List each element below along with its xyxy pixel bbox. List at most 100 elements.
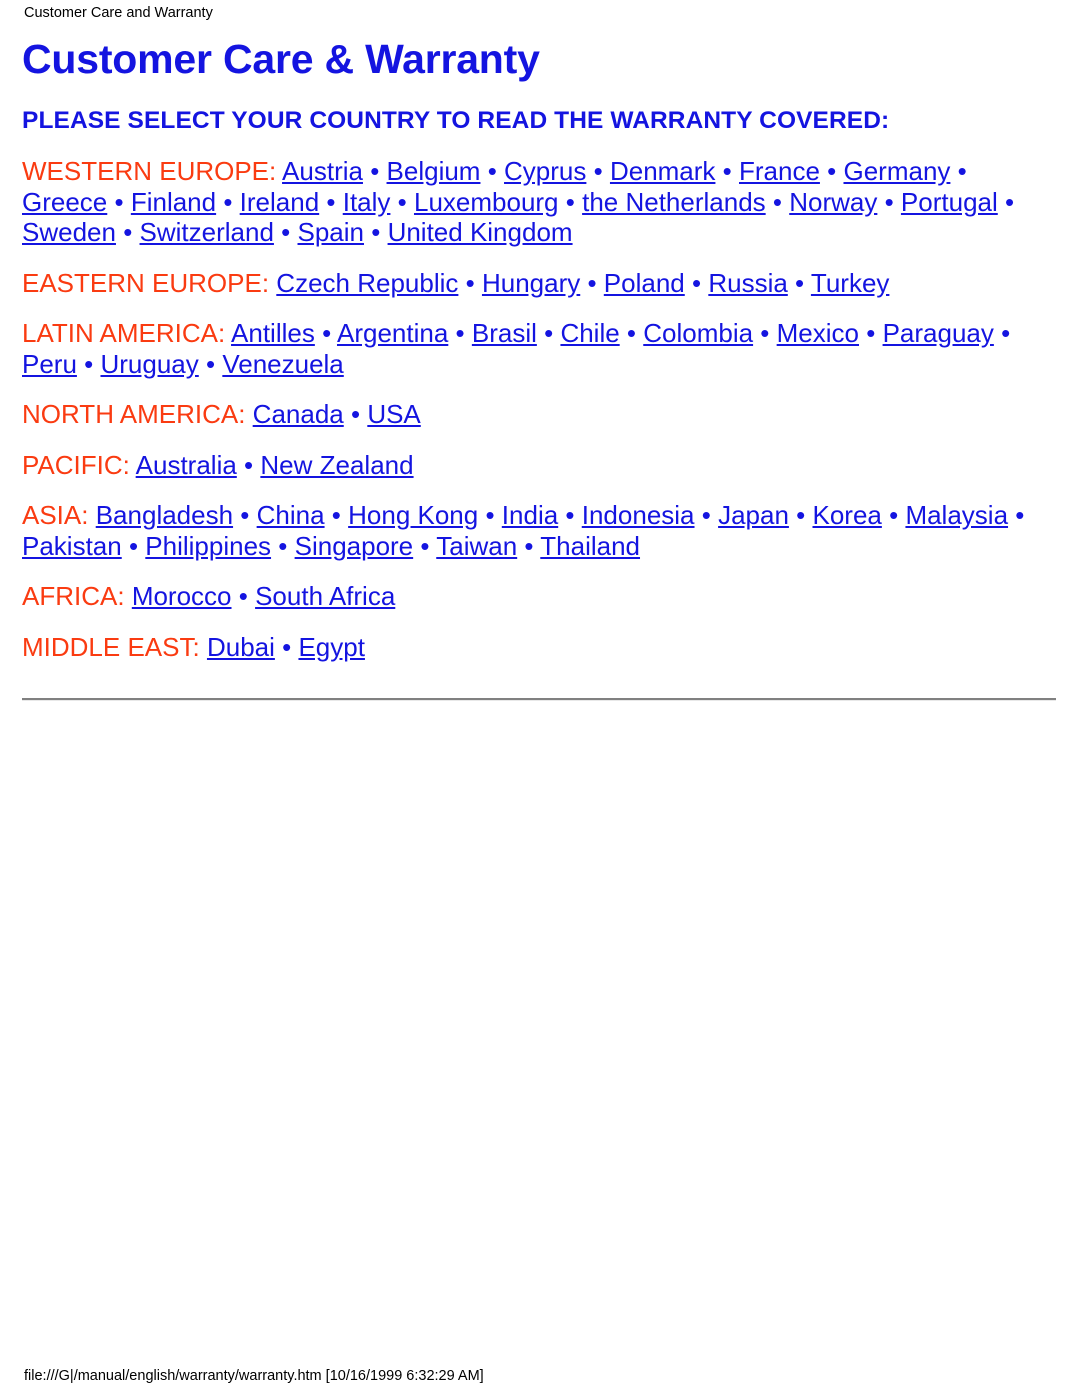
country-separator: • (458, 267, 482, 298)
country-separator: • (558, 186, 583, 217)
country-link[interactable]: Ireland (240, 187, 320, 217)
country-link[interactable]: Mexico (777, 318, 859, 348)
country-link[interactable]: Denmark (610, 156, 715, 186)
country-link[interactable]: Italy (343, 187, 391, 217)
country-link[interactable]: Taiwan (436, 531, 517, 561)
country-separator: • (997, 186, 1015, 217)
country-link[interactable]: Japan (718, 500, 789, 530)
country-link[interactable]: Bangladesh (96, 500, 233, 530)
country-link[interactable]: Australia (136, 450, 237, 480)
country-separator: • (877, 186, 901, 217)
country-link[interactable]: Korea (812, 500, 881, 530)
region-label: MIDDLE EAST: (22, 631, 200, 662)
country-separator: • (586, 156, 610, 186)
region-label: PACIFIC: (22, 449, 130, 480)
country-link[interactable]: Philippines (145, 531, 271, 561)
region-paragraph: AFRICA: Morocco • South Africa (22, 581, 1056, 612)
country-link[interactable]: Sweden (22, 217, 116, 247)
region-paragraph: MIDDLE EAST: Dubai • Egypt (22, 632, 1056, 663)
country-link[interactable]: United Kingdom (388, 217, 573, 247)
country-link[interactable]: Antilles (231, 318, 315, 348)
country-separator: • (390, 186, 414, 217)
country-link[interactable]: Luxembourg (414, 187, 559, 217)
country-separator: • (753, 318, 777, 348)
country-link[interactable]: Norway (789, 187, 877, 217)
country-separator: • (859, 318, 883, 348)
horizontal-divider (22, 698, 1056, 701)
country-link[interactable]: Cyprus (504, 156, 586, 186)
country-link[interactable]: Thailand (540, 531, 640, 561)
country-link[interactable]: Malaysia (905, 500, 1008, 530)
country-link[interactable]: the Netherlands (582, 187, 766, 217)
country-link[interactable]: Czech Republic (276, 268, 458, 298)
country-separator: • (231, 581, 256, 611)
region-paragraph: WESTERN EUROPE: Austria • Belgium • Cypr… (22, 156, 1056, 248)
country-separator: • (478, 500, 502, 530)
region-label: LATIN AMERICA: (22, 318, 226, 348)
country-separator: • (324, 500, 349, 530)
country-link[interactable]: Poland (604, 268, 685, 298)
country-link[interactable]: Singapore (295, 531, 414, 561)
country-link[interactable]: Spain (298, 217, 365, 247)
country-link[interactable]: Germany (843, 156, 950, 186)
country-link[interactable]: New Zealand (260, 450, 413, 480)
country-separator: • (115, 217, 140, 247)
country-link[interactable]: Peru (22, 349, 77, 379)
region-paragraph: NORTH AMERICA: Canada • USA (22, 399, 1056, 430)
country-link[interactable]: Argentina (337, 318, 448, 348)
country-link[interactable]: Egypt (298, 632, 365, 662)
country-separator: • (536, 318, 561, 348)
country-separator: • (76, 348, 101, 379)
country-link[interactable]: Dubai (207, 632, 275, 662)
country-link[interactable]: South Africa (255, 581, 395, 611)
country-link[interactable]: Austria (282, 156, 363, 186)
country-separator: • (787, 267, 811, 298)
document-body: Customer Care & Warranty PLEASE SELECT Y… (22, 34, 1056, 701)
country-separator: • (788, 500, 813, 530)
country-link[interactable]: Venezuela (222, 349, 343, 379)
country-link[interactable]: Hungary (482, 268, 580, 298)
country-separator: • (1008, 500, 1025, 530)
country-separator: • (993, 318, 1011, 348)
country-link[interactable]: Canada (253, 399, 344, 429)
country-link[interactable]: USA (367, 399, 420, 429)
country-separator: • (558, 500, 582, 530)
country-link[interactable]: Brasil (472, 318, 537, 348)
country-link[interactable]: Morocco (132, 581, 232, 611)
country-separator: • (580, 267, 604, 298)
country-link[interactable]: Uruguay (100, 349, 198, 379)
country-link[interactable]: Switzerland (140, 217, 274, 247)
country-separator: • (619, 318, 644, 348)
country-link[interactable]: Russia (708, 268, 787, 298)
country-link[interactable]: Pakistan (22, 531, 122, 561)
country-separator: • (881, 500, 906, 530)
country-link[interactable]: Finland (131, 187, 216, 217)
country-separator: • (448, 318, 472, 348)
country-link[interactable]: Hong Kong (348, 500, 478, 530)
country-link[interactable]: Turkey (811, 268, 890, 298)
country-link[interactable]: Indonesia (582, 500, 695, 530)
country-link[interactable]: Greece (22, 187, 107, 217)
page-title: Customer Care & Warranty (22, 36, 540, 82)
country-link[interactable]: Chile (560, 318, 619, 348)
country-link[interactable]: Colombia (643, 318, 753, 348)
country-link[interactable]: Paraguay (883, 318, 994, 348)
region-label: WESTERN EUROPE: (22, 156, 277, 186)
region-label: EASTERN EUROPE: (22, 267, 270, 298)
country-separator: • (517, 530, 541, 561)
region-label: NORTH AMERICA: (22, 399, 246, 429)
country-link[interactable]: India (502, 500, 558, 530)
country-separator: • (819, 156, 844, 186)
country-separator: • (271, 530, 295, 561)
country-link[interactable]: China (257, 500, 325, 530)
country-link[interactable]: France (739, 156, 820, 186)
country-separator: • (364, 217, 388, 247)
region-paragraph: LATIN AMERICA: Antilles • Argentina • Br… (22, 318, 1056, 379)
print-header: Customer Care and Warranty (24, 5, 213, 21)
lead-instruction: PLEASE SELECT YOUR COUNTRY TO READ THE W… (22, 107, 890, 134)
region-label: AFRICA: (22, 581, 125, 611)
country-link[interactable]: Portugal (901, 187, 998, 217)
country-separator: • (694, 500, 719, 530)
country-link[interactable]: Belgium (387, 156, 481, 186)
country-separator: • (273, 217, 298, 247)
